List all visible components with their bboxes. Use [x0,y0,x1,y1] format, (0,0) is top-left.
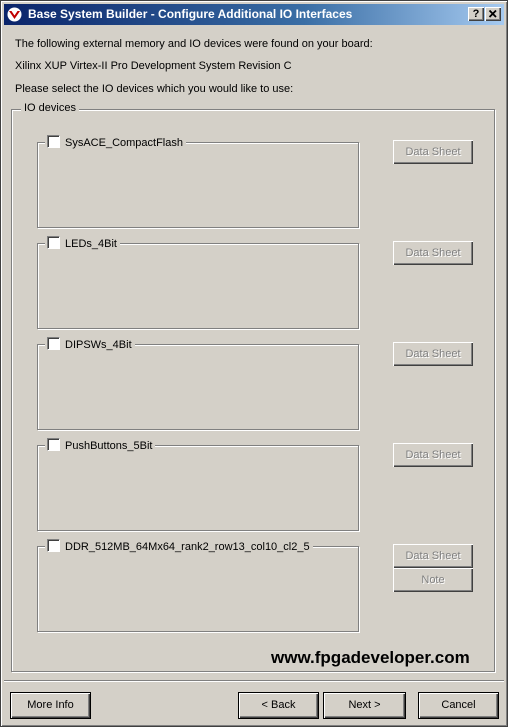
device-panel-dipsws [37,344,359,430]
device-panel-pushbuttons [37,445,359,531]
datasheet-button-leds[interactable]: Data Sheet [393,241,473,265]
device-checkbox-row-sysace[interactable]: SysACE_CompactFlash [45,135,186,149]
title-bar[interactable]: Base System Builder - Configure Addition… [4,4,504,25]
device-checkbox-pushbuttons[interactable] [47,438,60,451]
help-button[interactable]: ? [468,7,484,21]
device-label-dipsws: DIPSWs_4Bit [65,339,132,351]
more-info-button[interactable]: More Info [11,693,90,718]
next-button[interactable]: Next > [324,693,405,718]
watermark-text: www.fpgadeveloper.com [271,648,470,667]
device-label-ddr: DDR_512MB_64Mx64_rank2_row13_col10_cl2_5 [65,541,310,553]
xilinx-app-icon [7,7,22,22]
device-checkbox-ddr[interactable] [47,539,60,552]
io-devices-group-label: IO devices [21,102,79,114]
device-checkbox-row-leds[interactable]: LEDs_4Bit [45,236,120,250]
device-panel-ddr [37,546,359,632]
device-label-leds: LEDs_4Bit [65,238,117,250]
device-checkbox-row-dipsws[interactable]: DIPSWs_4Bit [45,337,135,351]
close-button[interactable] [485,7,501,21]
device-checkbox-row-pushbuttons[interactable]: PushButtons_5Bit [45,438,156,452]
device-checkbox-leds[interactable] [47,236,60,249]
datasheet-button-pushbuttons[interactable]: Data Sheet [393,443,473,467]
note-button-ddr[interactable]: Note [393,568,473,592]
close-icon [488,9,497,18]
select-instructions-text: Please select the IO devices which you w… [15,83,294,95]
window-title: Base System Builder - Configure Addition… [28,7,353,21]
back-button[interactable]: < Back [239,693,318,718]
device-panel-sysace [37,142,359,228]
datasheet-button-sysace[interactable]: Data Sheet [393,140,473,164]
intro-found-text: The following external memory and IO dev… [15,38,373,50]
device-label-sysace: SysACE_CompactFlash [65,137,183,149]
device-panel-leds [37,243,359,329]
device-checkbox-row-ddr[interactable]: DDR_512MB_64Mx64_rank2_row13_col10_cl2_5 [45,539,313,553]
device-checkbox-sysace[interactable] [47,135,60,148]
device-checkbox-dipsws[interactable] [47,337,60,350]
dialog-window: Base System Builder - Configure Addition… [0,0,508,727]
device-label-pushbuttons: PushButtons_5Bit [65,440,153,452]
cancel-button[interactable]: Cancel [419,693,498,718]
datasheet-button-ddr[interactable]: Data Sheet [393,544,473,568]
datasheet-button-dipsws[interactable]: Data Sheet [393,342,473,366]
footer-separator [4,680,504,682]
board-name-text: Xilinx XUP Virtex-II Pro Development Sys… [15,60,292,72]
